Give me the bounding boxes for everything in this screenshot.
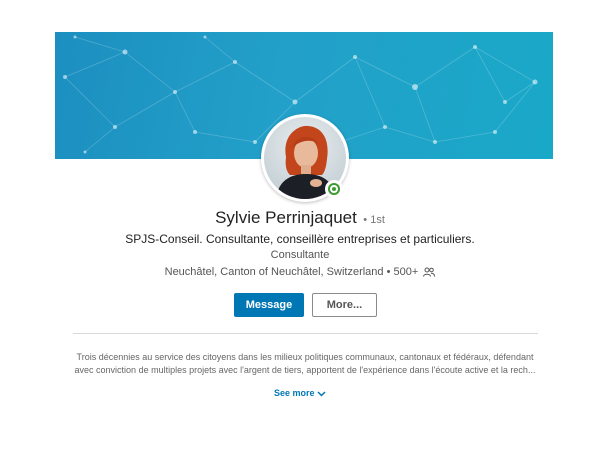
summary-line: avec conviction de multiples projets ave… bbox=[74, 365, 536, 375]
more-actions-button[interactable]: More... bbox=[312, 293, 377, 317]
chevron-down-icon[interactable] bbox=[317, 391, 326, 397]
connections-icon[interactable] bbox=[423, 267, 436, 280]
see-more-link[interactable]: See more bbox=[0, 388, 600, 398]
profile-name-row: Sylvie Perrinjaquet • 1st bbox=[0, 208, 600, 228]
profile-headline: SPJS-Conseil. Consultante, conseillère e… bbox=[125, 232, 475, 246]
see-more-label[interactable]: See more bbox=[274, 388, 315, 398]
profile-role: Consultante bbox=[270, 249, 330, 261]
connection-degree: • 1st bbox=[363, 214, 385, 226]
message-button[interactable]: Message bbox=[234, 293, 304, 317]
profile-name: Sylvie Perrinjaquet bbox=[215, 208, 357, 227]
profile-summary: Trois décennies au service des citoyens … bbox=[66, 351, 544, 377]
summary-line: Trois décennies au service des citoyens … bbox=[76, 352, 534, 362]
profile-location: Neuchâtel, Canton of Neuchâtel, Switzerl… bbox=[164, 266, 384, 278]
section-divider bbox=[73, 333, 538, 334]
connections-count[interactable]: 500+ bbox=[394, 266, 419, 278]
profile-location-row: Neuchâtel, Canton of Neuchâtel, Switzerl… bbox=[0, 266, 600, 280]
location-separator: • bbox=[386, 266, 394, 278]
online-status-icon bbox=[325, 180, 343, 198]
